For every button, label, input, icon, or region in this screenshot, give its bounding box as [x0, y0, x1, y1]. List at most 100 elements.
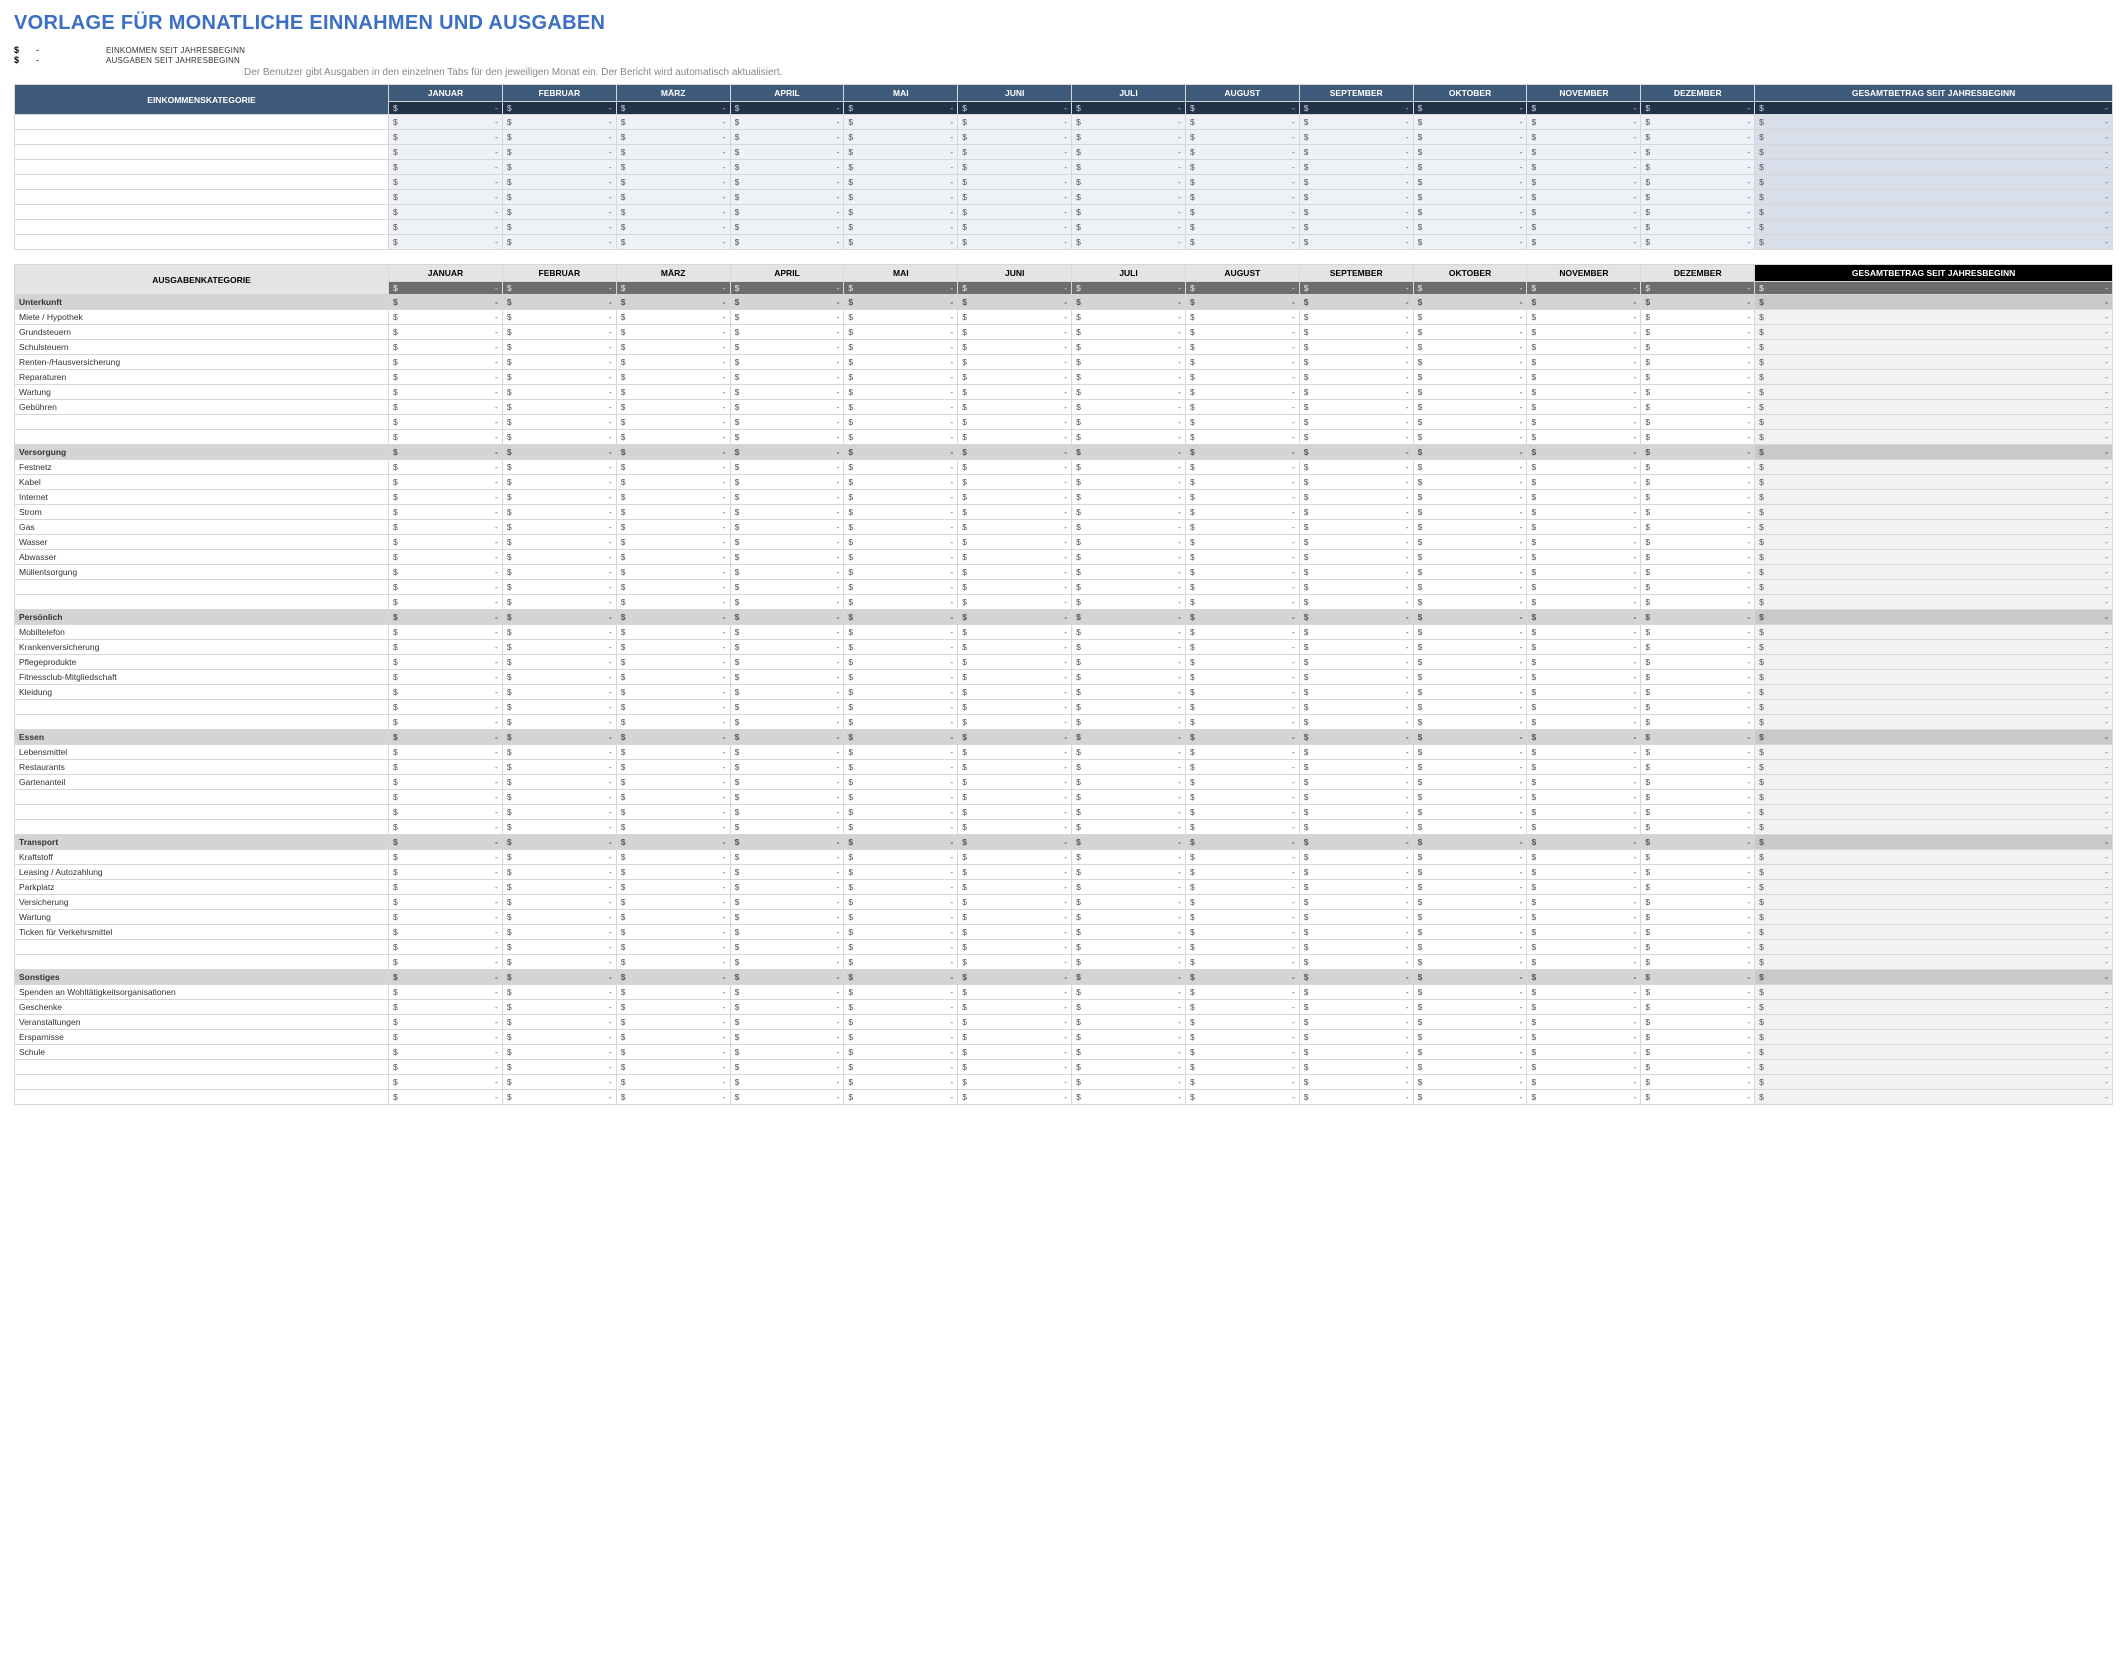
month-cell[interactable]: $- — [1641, 1090, 1755, 1105]
month-cell[interactable]: $- — [616, 1090, 730, 1105]
month-cell[interactable]: $- — [1072, 145, 1186, 160]
month-cell[interactable]: $- — [1185, 430, 1299, 445]
month-cell[interactable]: $- — [616, 655, 730, 670]
month-cell[interactable]: $- — [958, 715, 1072, 730]
month-cell[interactable]: $- — [844, 610, 958, 625]
category-cell[interactable]: Mobiltelefon — [15, 625, 389, 640]
month-cell[interactable]: $- — [502, 445, 616, 460]
month-cell[interactable]: $- — [1072, 1060, 1186, 1075]
month-cell[interactable]: $- — [1527, 910, 1641, 925]
month-cell[interactable]: $- — [1527, 535, 1641, 550]
month-cell[interactable]: $- — [958, 640, 1072, 655]
month-cell[interactable]: $- — [389, 220, 503, 235]
ytd-total-cell[interactable]: $- — [1755, 282, 2113, 295]
month-cell[interactable]: $- — [1641, 640, 1755, 655]
month-cell[interactable]: $- — [1527, 685, 1641, 700]
month-cell[interactable]: $- — [616, 940, 730, 955]
month-cell[interactable]: $- — [616, 625, 730, 640]
month-cell[interactable]: $- — [1641, 910, 1755, 925]
ytd-total-cell[interactable]: $- — [1755, 535, 2113, 550]
month-cell[interactable]: $- — [730, 145, 844, 160]
month-cell[interactable]: $- — [844, 490, 958, 505]
month-cell[interactable]: $- — [1072, 220, 1186, 235]
month-cell[interactable]: $- — [1299, 925, 1413, 940]
ytd-total-cell[interactable]: $- — [1755, 235, 2113, 250]
month-cell[interactable]: $- — [1527, 505, 1641, 520]
month-cell[interactable]: $- — [616, 400, 730, 415]
month-cell[interactable]: $- — [1072, 490, 1186, 505]
month-cell[interactable]: $- — [389, 430, 503, 445]
month-cell[interactable]: $- — [844, 205, 958, 220]
month-cell[interactable]: $- — [1413, 745, 1527, 760]
month-cell[interactable]: $- — [1641, 835, 1755, 850]
month-cell[interactable]: $- — [1299, 880, 1413, 895]
ytd-total-cell[interactable]: $- — [1755, 565, 2113, 580]
month-cell[interactable]: $- — [1299, 730, 1413, 745]
month-cell[interactable]: $- — [1185, 850, 1299, 865]
month-cell[interactable]: $- — [1072, 460, 1186, 475]
month-cell[interactable]: $- — [958, 985, 1072, 1000]
month-cell[interactable]: $- — [844, 625, 958, 640]
ytd-total-cell[interactable]: $- — [1755, 985, 2113, 1000]
month-cell[interactable]: $- — [502, 730, 616, 745]
month-cell[interactable]: $- — [730, 1030, 844, 1045]
month-cell[interactable]: $- — [1185, 775, 1299, 790]
month-cell[interactable]: $- — [844, 175, 958, 190]
month-cell[interactable]: $- — [1527, 175, 1641, 190]
ytd-total-cell[interactable]: $- — [1755, 145, 2113, 160]
month-cell[interactable]: $- — [616, 415, 730, 430]
month-cell[interactable]: $- — [389, 865, 503, 880]
month-cell[interactable]: $- — [1299, 685, 1413, 700]
month-cell[interactable]: $- — [844, 385, 958, 400]
month-cell[interactable]: $- — [1185, 160, 1299, 175]
month-cell[interactable]: $- — [1299, 235, 1413, 250]
month-cell[interactable]: $- — [502, 370, 616, 385]
month-cell[interactable]: $- — [1413, 340, 1527, 355]
month-cell[interactable]: $- — [1527, 310, 1641, 325]
month-cell[interactable]: $- — [1299, 355, 1413, 370]
month-cell[interactable]: $- — [1527, 1015, 1641, 1030]
month-cell[interactable]: $- — [1641, 940, 1755, 955]
month-cell[interactable]: $- — [1072, 730, 1186, 745]
month-cell[interactable]: $- — [958, 460, 1072, 475]
month-cell[interactable]: $- — [730, 610, 844, 625]
ytd-total-cell[interactable]: $- — [1755, 970, 2113, 985]
month-cell[interactable]: $- — [1527, 865, 1641, 880]
month-cell[interactable]: $- — [1185, 490, 1299, 505]
month-cell[interactable]: $- — [1641, 805, 1755, 820]
month-cell[interactable]: $- — [1072, 700, 1186, 715]
month-cell[interactable]: $- — [389, 730, 503, 745]
category-cell[interactable] — [15, 430, 389, 445]
month-cell[interactable]: $- — [616, 985, 730, 1000]
month-cell[interactable]: $- — [730, 1015, 844, 1030]
month-cell[interactable]: $- — [616, 340, 730, 355]
month-cell[interactable]: $- — [1072, 1015, 1186, 1030]
category-cell[interactable]: Kraftstoff — [15, 850, 389, 865]
month-cell[interactable]: $- — [1299, 282, 1413, 295]
month-cell[interactable]: $- — [1641, 565, 1755, 580]
category-cell[interactable] — [15, 805, 389, 820]
month-cell[interactable]: $- — [958, 235, 1072, 250]
month-cell[interactable]: $- — [502, 160, 616, 175]
month-cell[interactable]: $- — [1185, 190, 1299, 205]
month-cell[interactable]: $- — [1072, 355, 1186, 370]
month-cell[interactable]: $- — [1072, 1045, 1186, 1060]
month-cell[interactable]: $- — [502, 835, 616, 850]
ytd-total-cell[interactable]: $- — [1755, 1090, 2113, 1105]
month-cell[interactable]: $- — [730, 865, 844, 880]
month-cell[interactable]: $- — [1413, 775, 1527, 790]
month-cell[interactable]: $- — [1299, 550, 1413, 565]
month-cell[interactable]: $- — [502, 895, 616, 910]
month-cell[interactable]: $- — [1072, 820, 1186, 835]
month-cell[interactable]: $- — [1072, 535, 1186, 550]
ytd-total-cell[interactable]: $- — [1755, 520, 2113, 535]
month-cell[interactable]: $- — [1413, 955, 1527, 970]
month-cell[interactable]: $- — [1527, 385, 1641, 400]
ytd-total-cell[interactable]: $- — [1755, 175, 2113, 190]
month-cell[interactable]: $- — [1413, 895, 1527, 910]
month-cell[interactable]: $- — [389, 745, 503, 760]
month-cell[interactable]: $- — [730, 640, 844, 655]
month-cell[interactable]: $- — [502, 700, 616, 715]
month-cell[interactable]: $- — [616, 895, 730, 910]
month-cell[interactable]: $- — [1185, 175, 1299, 190]
